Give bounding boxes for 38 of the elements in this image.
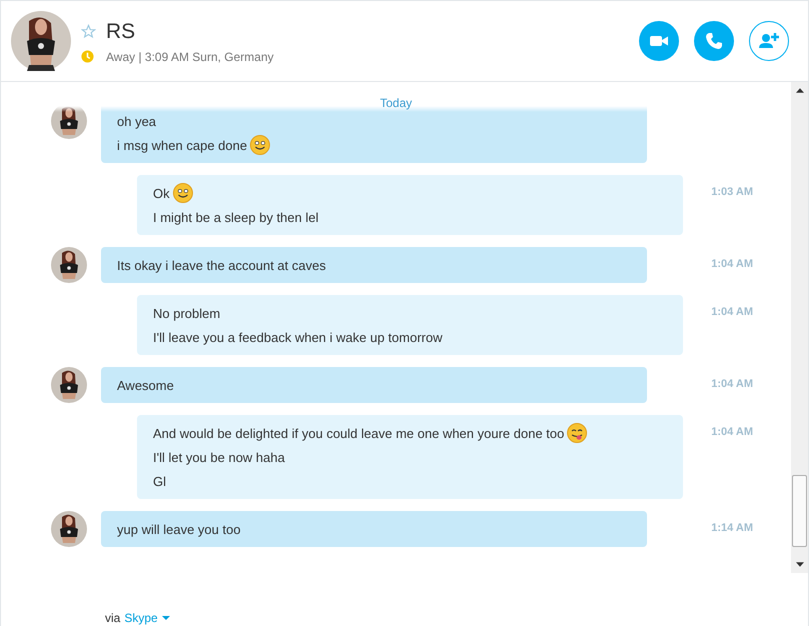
scrollbar[interactable] xyxy=(791,82,808,573)
contact-name: RS xyxy=(106,18,136,44)
caret-icon[interactable] xyxy=(162,616,170,620)
message-time: 1:04 AM xyxy=(711,426,753,438)
star-icon[interactable] xyxy=(81,24,96,39)
message-text: Awesome xyxy=(117,378,174,392)
message-text: yup will leave you too xyxy=(117,522,241,536)
message-text: i msg when cape done xyxy=(117,138,248,152)
add-person-icon xyxy=(758,31,780,51)
scroll-up-icon[interactable] xyxy=(796,88,804,93)
tongue-smiley-icon xyxy=(567,423,588,443)
scroll-down-icon[interactable] xyxy=(796,562,804,567)
add-contact-button[interactable] xyxy=(749,21,789,61)
smiley-icon xyxy=(250,135,270,155)
message-text: I might be a sleep by then lel xyxy=(153,210,318,224)
message-text: And would be delighted if you could leave me one when youre done too xyxy=(153,426,564,440)
message-text: I'll let you be now haha xyxy=(153,450,285,464)
message-time: 1:04 AM xyxy=(711,306,753,318)
message-text: Its okay i leave the account at caves xyxy=(117,258,326,272)
message-time: 1:04 AM xyxy=(711,258,753,270)
message-time: 1:04 AM xyxy=(711,378,753,390)
date-divider: Today xyxy=(380,95,412,111)
message-text: Ok xyxy=(153,186,170,200)
video-call-button[interactable] xyxy=(639,21,679,61)
message-text: Gl xyxy=(153,474,166,488)
phone-icon xyxy=(704,31,724,51)
message-text: oh yea xyxy=(117,114,156,128)
smiley-icon xyxy=(172,183,193,203)
message-time: 1:03 AM xyxy=(711,186,753,198)
message-text: No problem xyxy=(153,306,220,320)
via-label: via xyxy=(105,611,120,625)
message-time: 1:14 AM xyxy=(711,522,753,534)
network-link[interactable]: Skype xyxy=(124,611,158,625)
scrollbar-thumb[interactable] xyxy=(792,475,807,547)
status-text: Away | 3:09 AM Surn, Germany xyxy=(106,50,274,64)
message-text: I'll leave you a feedback when i wake up tomorrow xyxy=(153,330,442,344)
call-button[interactable] xyxy=(694,21,734,61)
clock-icon xyxy=(81,50,94,63)
